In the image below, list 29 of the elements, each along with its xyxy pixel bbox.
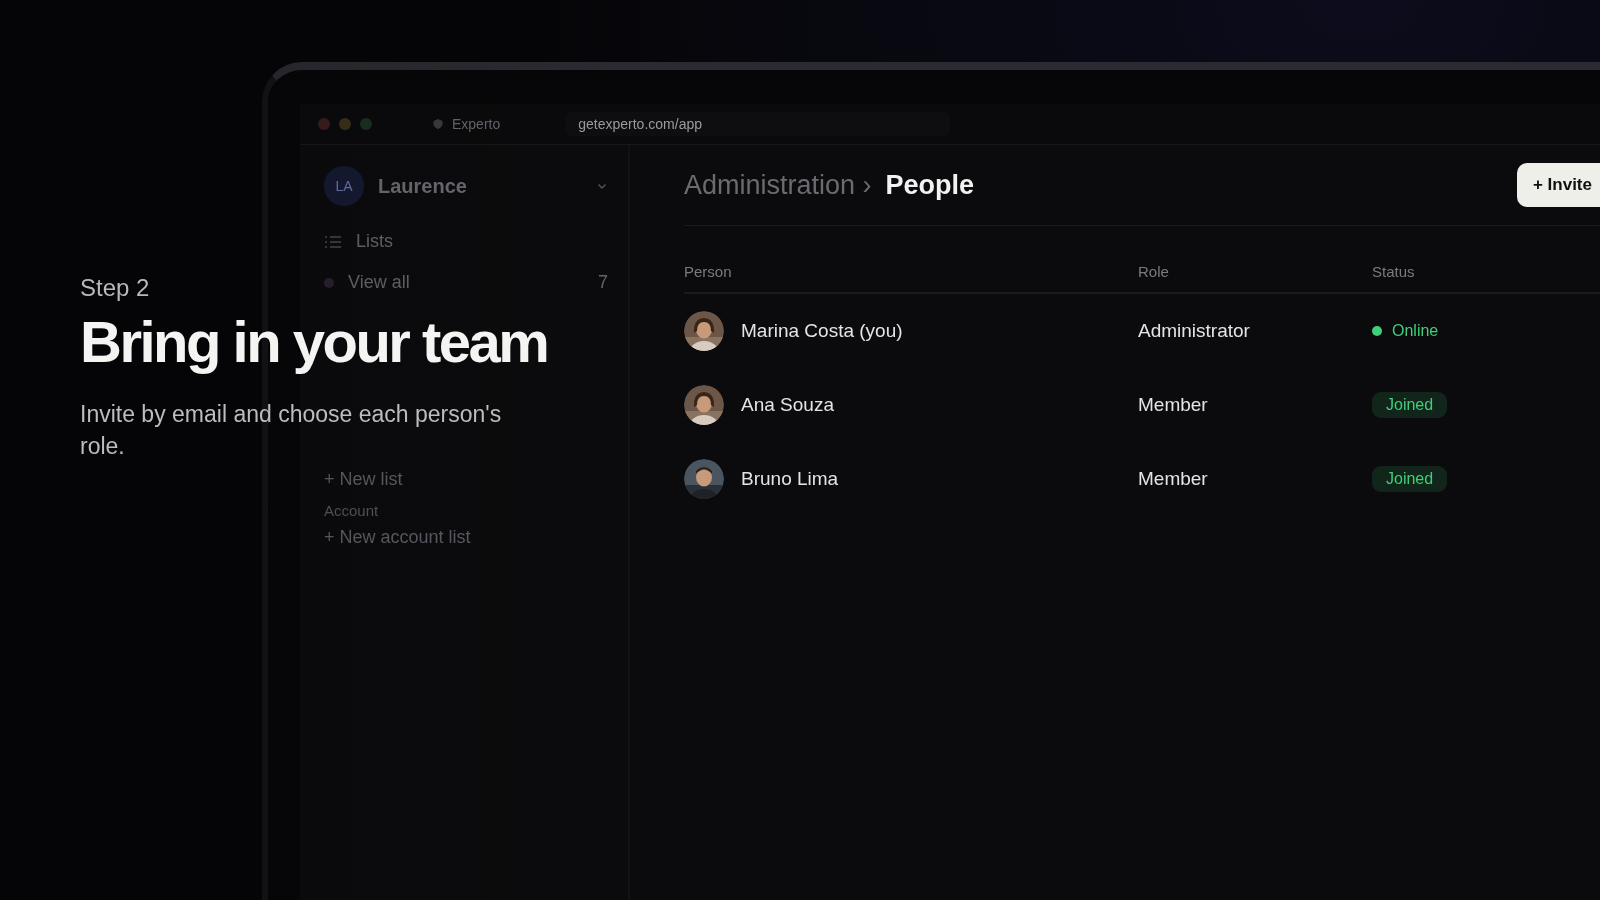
step-label: Step 2 — [80, 274, 150, 302]
new-account-list-link[interactable]: + New account list — [324, 527, 608, 548]
person-name: Bruno Lima — [741, 468, 839, 490]
role-text: Member — [1138, 394, 1209, 416]
address-bar[interactable]: getexperto.com/app — [566, 112, 951, 136]
new-list-link[interactable]: + New list — [324, 469, 608, 490]
account-avatar: LA — [324, 166, 364, 206]
role-text: Member — [1138, 468, 1209, 490]
status-text: Online — [1392, 322, 1439, 340]
hero-title: Bring in your team — [80, 310, 549, 374]
column-header: Person — [684, 262, 733, 280]
section-label: Account — [324, 502, 380, 519]
sidebar-item[interactable]: View all 7 — [324, 272, 608, 293]
person-name: Marina Costa (you) — [741, 320, 903, 342]
list-icon — [324, 234, 342, 249]
status-badge: Joined — [1372, 392, 1448, 418]
status-badge: Joined — [1372, 466, 1448, 492]
breadcrumb-link[interactable]: Administration › — [684, 169, 872, 201]
role-text: Administrator — [1138, 320, 1251, 342]
person-name: Ana Souza — [741, 394, 834, 416]
column-header: Role — [1138, 262, 1170, 280]
account-name[interactable]: Laurence — [378, 174, 582, 198]
hero-subtitle: Invite by email and choose each person's role. — [80, 399, 503, 461]
column-header: Status — [1372, 262, 1416, 280]
section-label: Lists — [356, 231, 393, 252]
browser-tab[interactable]: Experto — [392, 104, 547, 144]
page-title: People — [885, 169, 975, 201]
shield-icon — [432, 118, 444, 130]
invite-button[interactable]: + Invite — [1516, 163, 1600, 207]
